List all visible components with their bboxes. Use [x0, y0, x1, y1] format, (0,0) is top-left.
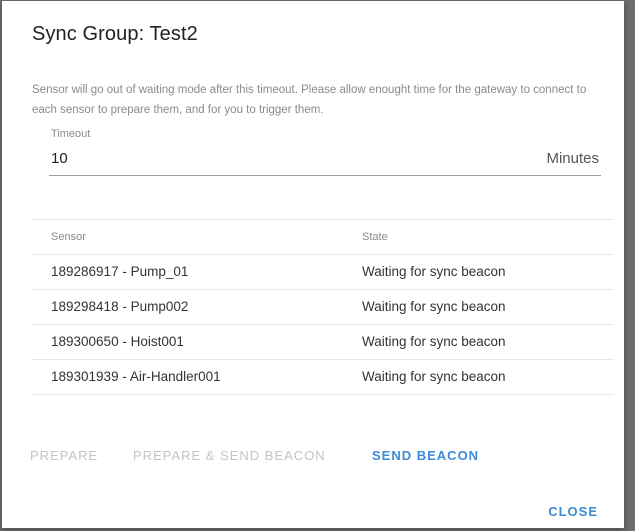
- timeout-input[interactable]: 10: [51, 150, 68, 167]
- column-header-state: State: [362, 231, 388, 243]
- sensor-cell: 189300650 - Hoist001: [51, 334, 184, 349]
- sensor-cell: 189286917 - Pump_01: [51, 264, 189, 279]
- table-body: 189286917 - Pump_01 Waiting for sync bea…: [32, 255, 614, 395]
- dialog-title: Sync Group: Test2: [32, 23, 198, 45]
- table-row: 189301939 - Air-Handler001 Waiting for s…: [32, 360, 614, 395]
- send-beacon-button[interactable]: SEND BEACON: [372, 448, 479, 463]
- sensor-cell: 189301939 - Air-Handler001: [51, 369, 221, 384]
- table-row: 189298418 - Pump002 Waiting for sync bea…: [32, 290, 614, 325]
- state-cell: Waiting for sync beacon: [362, 264, 506, 279]
- prepare-button[interactable]: PREPARE: [30, 448, 98, 463]
- timeout-label: Timeout: [51, 128, 91, 140]
- timeout-field[interactable]: Timeout 10 Minutes: [49, 127, 601, 176]
- sync-group-dialog: Sync Group: Test2 Sensor will go out of …: [2, 1, 624, 528]
- table-header-row: Sensor State: [32, 220, 614, 255]
- table-row: 189300650 - Hoist001 Waiting for sync be…: [32, 325, 614, 360]
- column-header-sensor: Sensor: [51, 231, 86, 243]
- prepare-and-send-beacon-button[interactable]: PREPARE & SEND BEACON: [133, 448, 326, 463]
- state-cell: Waiting for sync beacon: [362, 369, 506, 384]
- state-cell: Waiting for sync beacon: [362, 299, 506, 314]
- close-button[interactable]: CLOSE: [548, 504, 598, 519]
- dialog-description: Sensor will go out of waiting mode after…: [32, 84, 587, 116]
- timeout-unit: Minutes: [546, 150, 599, 167]
- state-cell: Waiting for sync beacon: [362, 334, 506, 349]
- sensor-cell: 189298418 - Pump002: [51, 299, 189, 314]
- table-row: 189286917 - Pump_01 Waiting for sync bea…: [32, 255, 614, 290]
- sensor-table: Sensor State 189286917 - Pump_01 Waiting…: [32, 219, 614, 395]
